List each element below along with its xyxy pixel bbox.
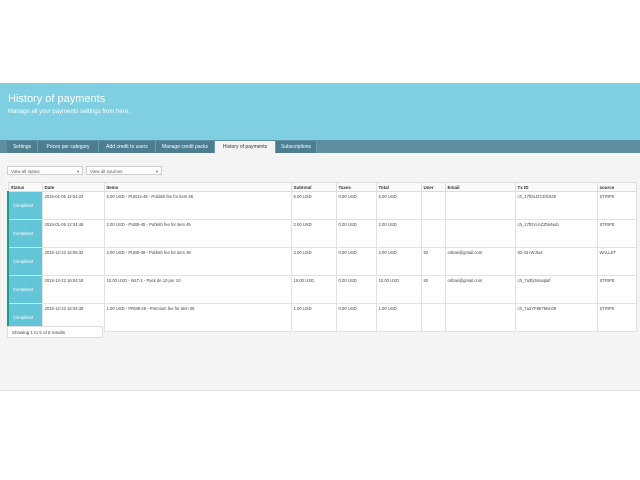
email-cell: oribas@gmail.com xyxy=(444,275,516,304)
txid-cell: ch_7a2YF857Mvn09 xyxy=(514,303,598,332)
column-header-subtotal[interactable]: Subtotal xyxy=(290,182,337,192)
source-cell: STRIPE xyxy=(596,275,637,304)
email-cell xyxy=(444,191,516,220)
table-row[interactable]: Completed 2016-01-05 12:34:48 2.00 USD -… xyxy=(7,219,637,248)
taxes-cell: 0.00 USD xyxy=(335,191,377,220)
user-cell xyxy=(420,191,446,220)
table-row[interactable]: Completed 2015-12-22 16:04:18 10.00 USD … xyxy=(7,275,637,304)
items-cell: 2.00 USD - PUB9-39 - Publish fee for ite… xyxy=(103,247,292,276)
tab-add-credit-to-users[interactable]: Add credit to users xyxy=(99,141,156,153)
txid-cell: ch_7a3fy5maqlaIf xyxy=(514,275,598,304)
top-blank-area xyxy=(0,0,640,83)
total-cell: 5.00 USD xyxy=(375,191,422,220)
tab-subscriptions[interactable]: Subscriptions xyxy=(276,141,317,153)
column-header-email[interactable]: Email xyxy=(444,182,516,192)
date-cell: 2015-12-22 16:05:32 xyxy=(41,247,105,276)
content-bottom-divider xyxy=(0,390,640,391)
status-cell: Completed xyxy=(7,191,43,220)
subtotal-cell: 2.00 USD xyxy=(290,247,337,276)
status-filter-select[interactable]: View all status ▼ xyxy=(7,166,83,175)
items-cell: 2.00 USD - PUB9-45 - Publish fee for ite… xyxy=(103,219,292,248)
table-header-row: Status Date Items Subtotal Taxes Total U… xyxy=(7,182,637,192)
source-filter-value: View all sources xyxy=(90,169,123,174)
column-header-date[interactable]: Date xyxy=(41,182,105,192)
tab-manage-credit-packs[interactable]: Manage credit packs xyxy=(156,141,215,153)
table-row[interactable]: Completed 2015-12-22 16:05:32 2.00 USD -… xyxy=(7,247,637,276)
date-cell: 2016-01-05 12:54:22 xyxy=(41,191,105,220)
items-cell: 10.00 USD - WLT-1 - Pack de 10 por 10 xyxy=(103,275,292,304)
status-cell: Completed xyxy=(7,275,43,304)
column-header-taxes[interactable]: Taxes xyxy=(335,182,377,192)
column-header-user[interactable]: User xyxy=(420,182,446,192)
tab-prices-per-category[interactable]: Prices per category xyxy=(38,141,99,153)
payments-table: Status Date Items Subtotal Taxes Total U… xyxy=(7,182,637,332)
page-subtitle: Manage all your payments settings from h… xyxy=(8,109,130,115)
date-cell: 2016-01-05 12:34:48 xyxy=(41,219,105,248)
user-cell xyxy=(420,219,446,248)
taxes-cell: 0.00 USD xyxy=(335,219,377,248)
items-cell: 1.00 USD - PRM9-28 - Premium fee for ite… xyxy=(103,303,292,332)
user-cell: 82 xyxy=(420,247,446,276)
total-cell: 2.00 USD xyxy=(375,219,422,248)
subtotal-cell: 10.00 USD xyxy=(290,275,337,304)
source-filter-select[interactable]: View all sources ▼ xyxy=(86,166,162,175)
column-header-txid[interactable]: Tx ID xyxy=(514,182,598,192)
column-header-total[interactable]: Total xyxy=(375,182,422,192)
taxes-cell: 0.00 USD xyxy=(335,247,377,276)
tab-settings[interactable]: Settings xyxy=(7,141,38,153)
column-header-status[interactable]: Status xyxy=(7,182,43,192)
tab-history-of-payments[interactable]: History of payments xyxy=(215,141,276,153)
chevron-down-icon: ▼ xyxy=(76,169,80,174)
table-row[interactable]: Completed 2016-01-05 12:54:22 5.00 USD -… xyxy=(7,191,637,220)
page-title: History of payments xyxy=(8,93,106,105)
txid-cell: ch_17fDsJ2CDfc029 xyxy=(514,191,598,220)
source-cell: WALLET xyxy=(596,247,637,276)
subtotal-cell: 5.00 USD xyxy=(290,191,337,220)
subtotal-cell: 1.00 USD xyxy=(290,303,337,332)
txid-cell: 82-33+WJtu4 xyxy=(514,247,598,276)
status-filter-value: View all status xyxy=(11,169,40,174)
date-cell: 2015-12-22 16:04:18 xyxy=(41,275,105,304)
subtotal-cell: 2.00 USD xyxy=(290,219,337,248)
taxes-cell: 0.00 USD xyxy=(335,275,377,304)
txid-cell: ch_17fDVcAZZNvNub xyxy=(514,219,598,248)
email-cell: oribas@gmail.com xyxy=(444,247,516,276)
status-cell: Completed xyxy=(7,247,43,276)
total-cell: 2.00 USD xyxy=(375,247,422,276)
source-cell: STRIPE xyxy=(596,303,637,332)
items-cell: 5.00 USD - PUB12-46 - Publish fee for it… xyxy=(103,191,292,220)
taxes-cell: 0.00 USD xyxy=(335,303,377,332)
source-cell: STRIPE xyxy=(596,191,637,220)
total-cell: 1.00 USD xyxy=(375,303,422,332)
column-header-items[interactable]: Items xyxy=(103,182,292,192)
source-cell: STRIPE xyxy=(596,219,637,248)
user-cell: 82 xyxy=(420,275,446,304)
status-cell: Completed xyxy=(7,219,43,248)
email-cell xyxy=(444,303,516,332)
column-header-source[interactable]: source xyxy=(596,182,637,192)
user-cell xyxy=(420,303,446,332)
email-cell xyxy=(444,219,516,248)
chevron-down-icon: ▼ xyxy=(155,169,159,174)
results-count: Showing 1 to 5 of 5 results xyxy=(7,326,103,338)
total-cell: 10.00 USD xyxy=(375,275,422,304)
